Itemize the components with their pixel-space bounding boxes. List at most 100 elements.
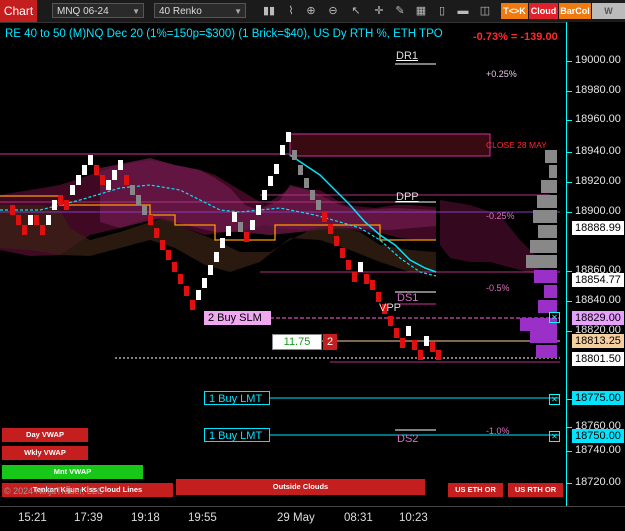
bartype-value: 40 Renko [159,6,202,17]
price-marker: 18813.25 [572,334,624,348]
time-tick-label: 10:23 [399,512,428,524]
ds2-label: DS2 [397,433,419,445]
renko-brick [28,215,33,225]
renko-brick [286,132,291,142]
price-marker: 18829.00 [572,311,624,325]
renko-brick [196,290,201,300]
tools-icon[interactable]: ▦ [414,4,428,18]
price-marker: 18888.99 [572,221,624,235]
renko-brick [292,150,297,160]
renko-brick [304,178,309,188]
bars-icon[interactable]: ▮▮ [262,4,276,18]
time-tick-label: 17:39 [74,512,103,524]
renko-brick [112,170,117,180]
price-tick-mark [567,152,572,153]
outside-clouds-tag: Outside Clouds [176,479,425,495]
pct-minus-025: -0.25% [486,211,515,221]
renko-brick [370,280,375,290]
renko-brick [418,350,423,360]
price-tick-mark [567,212,572,213]
buy-lmt-order-1[interactable]: 1 Buy LMT [204,391,270,405]
close-icon[interactable]: ✕ [549,431,560,442]
volume-profile-bar [545,150,557,163]
renko-brick [364,274,369,284]
price-tick-label: 18900.00 [575,205,621,217]
renko-brick [82,165,87,175]
percent-change: -0.73% = -139.00 [473,31,558,43]
renko-brick [400,338,405,348]
time-tick-label: 19:18 [131,512,160,524]
indicator-icon[interactable]: ⌇ [284,4,298,18]
renko-brick [346,260,351,270]
crosshair-icon[interactable]: ✛ [372,4,386,18]
time-tick-label: 29 May [277,512,315,524]
renko-brick [358,262,363,272]
renko-brick [208,265,213,275]
zoom-out-icon[interactable]: ⊖ [326,4,340,18]
renko-brick [106,180,111,190]
pct-plus-025: +0.25% [486,69,517,79]
volume-profile-bar [544,285,557,298]
pencil-icon[interactable]: ✎ [393,4,407,18]
position-pnl[interactable]: 11.75 [272,334,322,350]
renko-brick [166,250,171,260]
renko-brick [52,200,57,210]
lock-icon[interactable]: ▬ [456,4,470,18]
close-icon[interactable]: ✕ [549,394,560,405]
renko-brick [406,326,411,336]
vpp-label: VPP [379,302,402,314]
price-marker: 18854.77 [572,273,624,287]
renko-brick [160,240,165,250]
renko-brick [148,215,153,225]
renko-brick [88,155,93,165]
renko-brick [238,222,243,232]
volume-profile-bar [537,195,557,208]
renko-brick [388,316,393,326]
renko-brick [334,236,339,246]
renko-brick [298,165,303,175]
price-tick-mark [567,301,572,302]
renko-brick [226,226,231,236]
window-linking-icon[interactable]: ▯ [435,4,449,18]
buy-slm-order[interactable]: 2 Buy SLM [204,311,271,325]
renko-brick [100,175,105,185]
mnt-vwap-tag: Mnt VWAP [2,465,143,479]
price-tick-mark [567,483,572,484]
price-tick-mark [567,427,572,428]
price-tick-mark [567,451,572,452]
instrument-selector[interactable]: MNQ 06-24 ▼ [52,3,144,18]
position-qty[interactable]: 2 [323,334,337,350]
day-vwap-tag: Day VWAP [2,428,88,442]
renko-brick [322,212,327,222]
price-tick-label: 18840.00 [575,294,621,306]
time-tick-label: 19:55 [188,512,217,524]
tk-button[interactable]: T<>K [501,3,528,19]
chevron-down-icon: ▼ [234,7,242,16]
renko-brick [172,262,177,272]
renko-brick [214,252,219,262]
price-tick-label: 18960.00 [575,113,621,125]
cloud-button[interactable]: Cloud [529,3,558,19]
renko-brick [394,328,399,338]
panel-icon[interactable]: ◫ [478,4,492,18]
barcol-button[interactable]: BarCol [559,3,591,19]
renko-brick [262,190,267,200]
chart-menu-button[interactable]: Chart [0,0,37,22]
vwap-button[interactable]: W VWAP [592,3,625,32]
renko-brick [202,278,207,288]
renko-brick [436,350,441,360]
price-tick-mark [567,61,572,62]
buy-lmt-order-2[interactable]: 1 Buy LMT [204,428,270,442]
renko-brick [232,212,237,222]
volume-profile-bar [536,345,557,358]
magnify-icon[interactable]: ⊕ [304,4,318,18]
price-tick-label: 18940.00 [575,145,621,157]
us-rth-or-tag: US RTH OR [508,483,563,497]
time-axis[interactable]: 15:21 17:39 19:18 19:55 29 May 08:31 10:23 [0,506,625,531]
renko-brick [22,225,27,235]
close-icon[interactable]: ✕ [549,312,560,323]
bartype-selector[interactable]: 40 Renko ▼ [154,3,246,18]
pointer-icon[interactable]: ↖ [349,4,363,18]
renko-brick [250,220,255,230]
renko-brick [58,195,63,205]
